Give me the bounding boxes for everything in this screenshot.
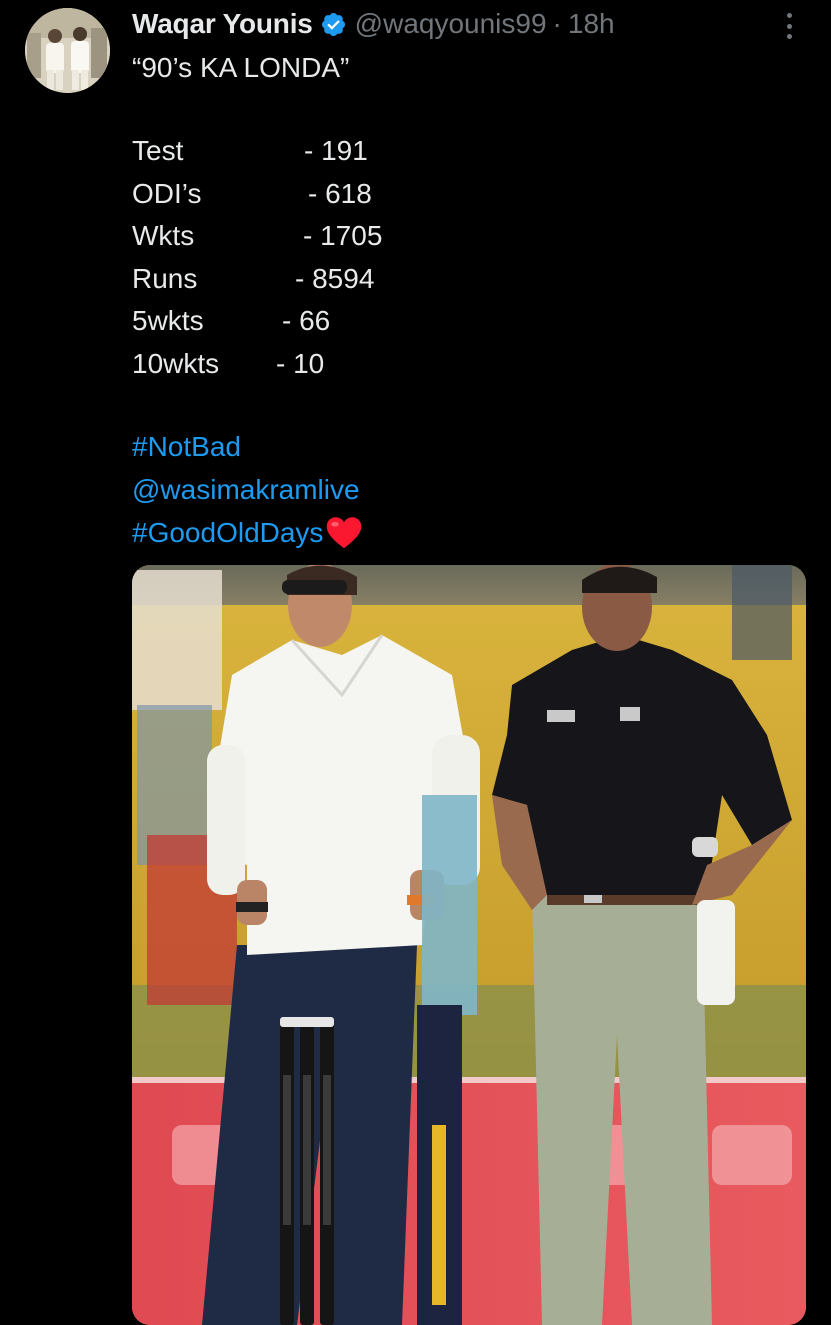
author-name[interactable]: Waqar Younis bbox=[132, 8, 313, 40]
hashtag-text: #NotBad bbox=[132, 431, 241, 462]
separator-dot: · bbox=[552, 8, 562, 39]
stat-value: - 10 bbox=[276, 347, 325, 379]
tweet-header: Waqar Younis @waqyounis99 · 18h bbox=[132, 6, 615, 42]
more-dot bbox=[786, 34, 792, 39]
stat-label: Runs bbox=[132, 262, 198, 294]
more-vertical-icon bbox=[786, 13, 792, 18]
verified-badge-icon bbox=[321, 12, 345, 36]
tweet-headline: “90’s KA LONDA” bbox=[132, 52, 350, 83]
more-options-button[interactable] bbox=[779, 10, 799, 42]
tweet-links: #NotBad @wasimakramlive #GoodOldDays bbox=[132, 425, 363, 554]
author-handle[interactable]: @waqyounis99 bbox=[355, 8, 547, 40]
stat-label: 10wkts bbox=[132, 347, 220, 379]
stat-value: - 8594 bbox=[295, 262, 375, 294]
stat-label: 5wkts bbox=[132, 305, 204, 336]
author-avatar[interactable] bbox=[25, 8, 110, 93]
heart-emoji-icon bbox=[327, 517, 362, 549]
hashtag-link[interactable]: #GoodOldDays bbox=[132, 511, 363, 554]
stat-label: Wkts bbox=[132, 220, 195, 251]
stat-label: Test bbox=[132, 135, 184, 166]
mention-text: @wasimakramlive bbox=[132, 474, 360, 505]
avatar-photo-icon bbox=[25, 8, 110, 93]
stat-label: ODI’s bbox=[132, 177, 202, 209]
tweet-photo[interactable] bbox=[132, 565, 806, 1325]
hashtag-text: #GoodOldDays bbox=[132, 517, 324, 548]
photo-image bbox=[132, 565, 806, 1325]
hashtag-link[interactable]: #NotBad bbox=[132, 425, 363, 468]
mention-link[interactable]: @wasimakramlive bbox=[132, 468, 363, 511]
stat-value: - 618 bbox=[308, 177, 372, 209]
stat-value: - 66 bbox=[282, 305, 331, 336]
tweet-timestamp[interactable]: 18h bbox=[568, 8, 615, 40]
more-dot bbox=[786, 23, 792, 29]
stat-value: - 191 bbox=[304, 135, 368, 166]
stat-value: - 1705 bbox=[303, 220, 383, 251]
tweet: Waqar Younis @waqyounis99 · 18h “90’s KA… bbox=[0, 0, 831, 1325]
